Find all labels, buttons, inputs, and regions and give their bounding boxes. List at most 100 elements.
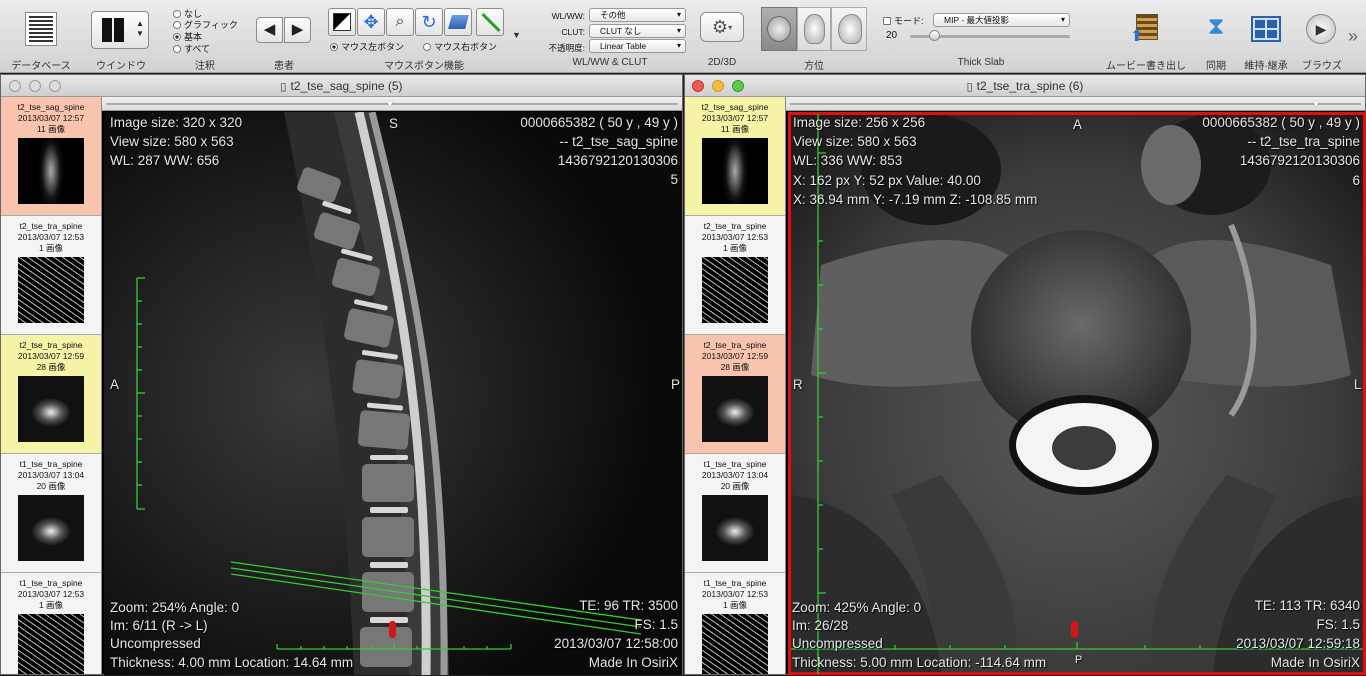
thumbnail-image: [702, 495, 768, 561]
view-size-text: View size: 580 x 563: [793, 134, 917, 149]
series-thumbnail[interactable]: t2_tse_tra_spine 2013/03/07 12:53 1 画像: [1, 216, 101, 335]
series-thumbnail[interactable]: t2_tse_tra_spine 2013/03/07 12:59 28 画像: [685, 335, 785, 454]
series-thumbnail[interactable]: t1_tse_tra_spine 2013/03/07 12:53 1 画像: [685, 573, 785, 674]
rotate-tool-button[interactable]: ↻: [415, 8, 443, 36]
series-name-text: -- t2_tse_tra_spine: [1247, 134, 1360, 149]
view-size-text: View size: 580 x 563: [110, 134, 234, 149]
thumbnail-count: 1 画像: [38, 243, 64, 253]
thumbnail-date: 2013/03/07 13:04: [701, 470, 769, 480]
series-thumbnail[interactable]: t2_tse_sag_spine 2013/03/07 12:57 11 画像: [685, 97, 785, 216]
image-slider[interactable]: ▼: [102, 97, 682, 111]
thumbnail-name: t2_tse_sag_spine: [701, 102, 769, 112]
orientation-left: A: [110, 377, 120, 392]
image-size-text: Image size: 256 x 256: [793, 115, 926, 130]
series-thumbnail[interactable]: t2_tse_tra_spine 2013/03/07 12:53 1 画像: [685, 216, 785, 335]
hourglass-icon: ⧗: [1207, 13, 1225, 40]
thumbnail-count: 1 画像: [722, 600, 748, 610]
minimize-button[interactable]: [29, 80, 41, 92]
series-thumbnail[interactable]: t2_tse_sag_spine 2013/03/07 12:57 11 画像: [1, 97, 101, 216]
thumbnail-count: 20 画像: [36, 481, 66, 491]
thumbnail-name: t1_tse_tra_spine: [19, 459, 83, 469]
wlww-popup[interactable]: その他: [589, 8, 686, 22]
thumbnail-date: 2013/03/07 12:53: [701, 232, 769, 242]
thumbnail-image: [702, 138, 768, 204]
window-label: ウインドウ: [96, 61, 146, 72]
opacity-popup[interactable]: Linear Table: [589, 39, 686, 53]
slider-knob[interactable]: ▼: [1311, 99, 1321, 110]
thumbnail-name: t1_tse_tra_spine: [19, 578, 83, 588]
database-button[interactable]: [25, 12, 57, 46]
tile-button[interactable]: [1251, 16, 1281, 42]
mouse-menu-arrow-icon[interactable]: ▼: [512, 30, 521, 40]
window-layout-button[interactable]: ▲ ▼: [91, 11, 149, 49]
sync-label: 同期: [1206, 61, 1226, 72]
rotate-icon: ↻: [421, 12, 437, 32]
axial-orientation-button[interactable]: [761, 7, 797, 51]
series-number-text: 6: [1352, 173, 1360, 188]
thumbnail-date: 2013/03/07 12:59: [17, 351, 85, 361]
stepper-icon: ▲ ▼: [136, 19, 144, 38]
thumbnail-count: 20 画像: [720, 481, 750, 491]
toolbar-overflow-icon[interactable]: »: [1348, 26, 1358, 47]
sagittal-orientation-button[interactable]: [831, 7, 867, 51]
thick-slab-label: Thick Slab: [957, 57, 1005, 68]
thumbnail-count: 1 画像: [38, 600, 64, 610]
2d3d-label: 2D/3D: [707, 57, 737, 68]
sagittal-image[interactable]: [104, 112, 682, 675]
coronal-orientation-button[interactable]: [797, 7, 831, 51]
annotation-all-radio[interactable]: すべて: [173, 42, 210, 55]
series-thumbnail[interactable]: t1_tse_tra_spine 2013/03/07 13:04 20 画像: [1, 454, 101, 573]
thumbnail-image: [18, 495, 84, 561]
thumbnail-image: [18, 376, 84, 442]
movie-export-button[interactable]: ⬆: [1130, 12, 1162, 46]
pan-tool-button[interactable]: ✥: [357, 8, 385, 36]
slider-knob[interactable]: ▼: [385, 99, 395, 110]
2d3d-button[interactable]: ⚙▾: [700, 12, 744, 42]
mode-checkbox[interactable]: モード:: [883, 14, 924, 27]
minimize-button[interactable]: [712, 80, 724, 92]
close-button[interactable]: [9, 80, 21, 92]
zoom-tool-button[interactable]: ⌕: [386, 8, 414, 36]
annotation-label: 注釈: [195, 61, 215, 72]
play-icon: ▶: [1315, 21, 1327, 37]
window-titlebar: ▯ t2_tse_sag_spine (5): [1, 75, 682, 97]
wlww-tool-button[interactable]: [328, 8, 356, 36]
thumbnail-count: 28 画像: [720, 362, 750, 372]
thumbnail-name: t2_tse_sag_spine: [17, 102, 85, 112]
slab-slider-knob[interactable]: [929, 30, 940, 41]
mouse-left-radio[interactable]: マウス左ボタン: [330, 40, 404, 53]
mode-popup[interactable]: MIP - 最大値投影: [933, 13, 1070, 27]
series-thumbnail[interactable]: t1_tse_tra_spine 2013/03/07 13:04 20 画像: [685, 454, 785, 573]
orientation-top: A: [1073, 117, 1083, 132]
mouse-right-radio[interactable]: マウス右ボタン: [423, 40, 497, 53]
scroll-tool-button[interactable]: [444, 8, 472, 36]
pixel-value-text: X: 162 px Y: 52 px Value: 40.00: [793, 173, 981, 188]
clut-popup[interactable]: CLUT なし: [589, 24, 686, 38]
thumbnail-date: 2013/03/07 12:59: [701, 351, 769, 361]
thumbnail-date: 2013/03/07 13:04: [17, 470, 85, 480]
compression-text: Uncompressed: [110, 636, 201, 651]
window-titlebar: ▯ t2_tse_tra_spine (6): [685, 75, 1365, 97]
sync-button[interactable]: ⧗: [1204, 10, 1228, 46]
next-patient-button[interactable]: ▶: [284, 17, 311, 43]
study-id-text: 1436792120130306: [1239, 153, 1360, 168]
thumbnail-name: t2_tse_tra_spine: [703, 340, 767, 350]
series-thumbnail[interactable]: t2_tse_tra_spine 2013/03/07 12:59 28 画像: [1, 335, 101, 454]
thumbnail-date: 2013/03/07 12:57: [17, 113, 85, 123]
head-sagittal-icon: [838, 14, 862, 44]
thumbnail-image: [702, 257, 768, 323]
browse-button[interactable]: ▶: [1306, 14, 1336, 44]
clut-caption: CLUT:: [561, 27, 585, 37]
thumbnail-image: [18, 614, 84, 674]
previous-patient-button[interactable]: ◀: [256, 17, 283, 43]
series-thumbnail[interactable]: t1_tse_tra_spine 2013/03/07 12:53 1 画像: [1, 573, 101, 674]
zoom-button[interactable]: [732, 80, 744, 92]
orientation-left: R: [793, 377, 803, 392]
thumbnail-image: [18, 138, 84, 204]
close-button[interactable]: [692, 80, 704, 92]
move-icon: ✥: [363, 12, 379, 32]
measure-tool-button[interactable]: [476, 8, 504, 36]
zoom-button[interactable]: [49, 80, 61, 92]
browse-label: ブラウズ: [1302, 61, 1342, 72]
image-slider[interactable]: ▼: [786, 97, 1365, 111]
